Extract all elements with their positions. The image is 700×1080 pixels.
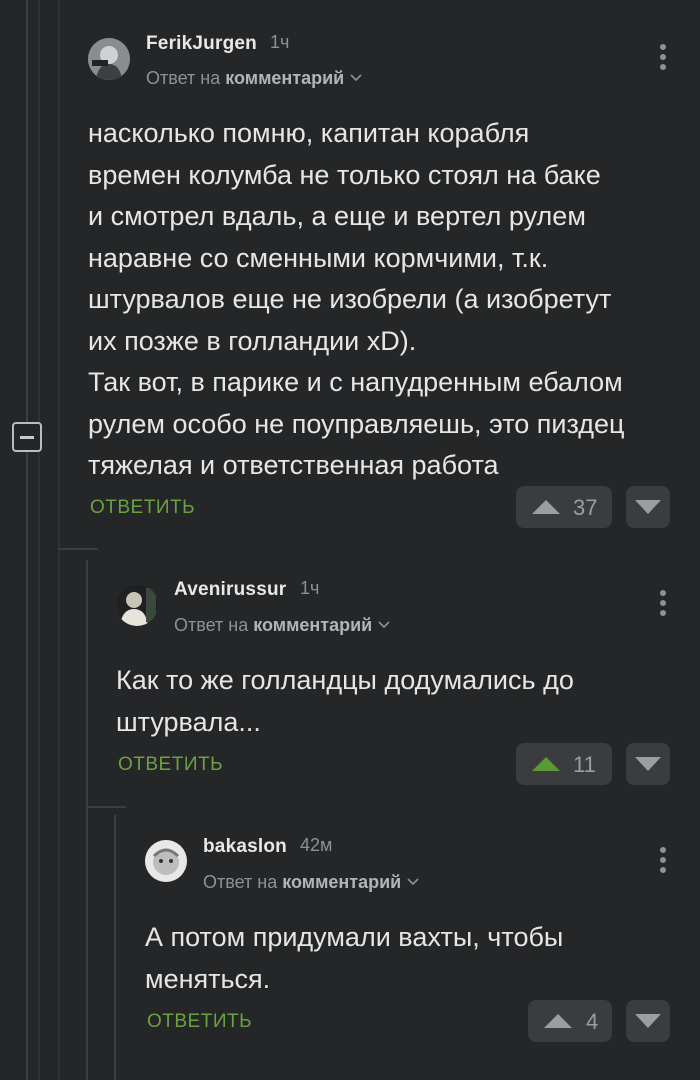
thread-line (26, 452, 28, 1080)
timestamp: 42м (300, 835, 333, 855)
reply-prefix: Ответ на (203, 872, 278, 892)
avatar[interactable] (145, 840, 187, 882)
username[interactable]: FerikJurgen (146, 33, 257, 55)
reply-target: комментарий (225, 68, 345, 88)
timestamp: 1ч (270, 32, 290, 52)
reply-button[interactable]: ОТВЕТИТЬ (147, 1011, 252, 1033)
thread-connector (86, 806, 126, 808)
thread-line (114, 815, 116, 1080)
comment-text: Как то же голландцы додумались до штурва… (116, 665, 574, 737)
avatar[interactable] (88, 38, 130, 80)
thread-line (86, 560, 88, 1080)
upvote-arrow-icon (544, 1014, 572, 1028)
vote-count: 11 (573, 752, 596, 777)
vote-count: 37 (573, 495, 598, 520)
downvote-arrow-icon (635, 500, 661, 514)
chevron-down-icon (350, 66, 362, 87)
collapse-thread-button[interactable] (12, 422, 42, 452)
downvote-button[interactable] (626, 486, 670, 528)
reply-to-link[interactable]: Ответ на комментарий (146, 66, 362, 89)
timestamp: 1ч (300, 578, 320, 598)
thread-line (38, 0, 40, 1080)
avatar[interactable] (116, 584, 158, 626)
comment-text: А потом придумали вахты, чтобы меняться. (145, 922, 564, 994)
menu-dots-icon[interactable] (658, 590, 668, 620)
reply-prefix: Ответ на (146, 68, 221, 88)
upvote-button[interactable]: 4 (528, 1000, 612, 1042)
reply-target: комментарий (253, 615, 373, 635)
thread-connector (58, 548, 98, 550)
upvote-button[interactable]: 11 (516, 743, 612, 785)
thread-line (26, 0, 28, 422)
reply-target: комментарий (282, 872, 402, 892)
upvote-arrow-icon (532, 500, 560, 514)
reply-to-link[interactable]: Ответ на комментарий (174, 613, 390, 636)
downvote-button[interactable] (626, 743, 670, 785)
menu-dots-icon[interactable] (658, 44, 668, 74)
reply-button[interactable]: ОТВЕТИТЬ (90, 497, 195, 519)
reply-button[interactable]: ОТВЕТИТЬ (118, 754, 223, 776)
username[interactable]: Avenirussur (174, 579, 286, 601)
upvote-button[interactable]: 37 (516, 486, 612, 528)
downvote-arrow-icon (635, 757, 661, 771)
vote-count: 4 (586, 1009, 599, 1034)
reply-to-link[interactable]: Ответ на комментарий (203, 870, 419, 893)
comment-text: насколько помню, капитан корабля времен … (88, 118, 625, 480)
username[interactable]: bakaslon (203, 836, 287, 858)
chevron-down-icon (407, 870, 419, 891)
downvote-arrow-icon (635, 1014, 661, 1028)
menu-dots-icon[interactable] (658, 847, 668, 877)
thread-line (58, 0, 60, 1080)
upvote-arrow-icon (532, 757, 560, 771)
chevron-down-icon (378, 613, 390, 634)
downvote-button[interactable] (626, 1000, 670, 1042)
reply-prefix: Ответ на (174, 615, 249, 635)
